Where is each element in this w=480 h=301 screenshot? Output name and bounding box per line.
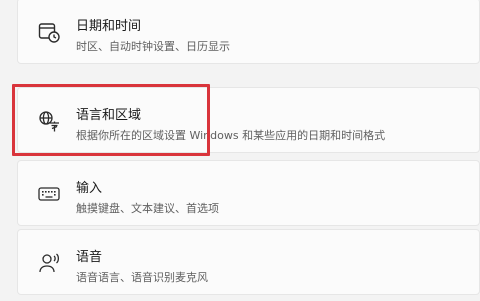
language-icon xyxy=(37,109,61,133)
settings-item-subtitle: 触摸键盘、文本建议、首选项 xyxy=(76,202,219,215)
settings-item-subtitle: 时区、自动时钟设置、日历显示 xyxy=(76,40,230,53)
settings-item-title: 输入 xyxy=(76,181,103,196)
calendar-clock-icon xyxy=(37,20,61,44)
settings-item-subtitle: 语音语言、语音识别麦克风 xyxy=(76,271,208,284)
speech-icon xyxy=(37,251,61,275)
settings-item-speech[interactable]: 语音 语音语言、语音识别麦克风 xyxy=(17,229,480,295)
settings-item-language-region[interactable]: 语言和区域 根据你所在的区域设置 Windows 和某些应用的日期和时间格式 xyxy=(17,87,480,153)
settings-item-date-time[interactable]: 日期和时间 时区、自动时钟设置、日历显示 xyxy=(17,0,480,64)
settings-item-title: 语言和区域 xyxy=(76,108,142,123)
settings-item-title: 语音 xyxy=(76,250,103,265)
settings-item-title: 日期和时间 xyxy=(76,19,142,34)
settings-item-input[interactable]: 输入 触摸键盘、文本建议、首选项 xyxy=(17,160,480,226)
keyboard-icon xyxy=(37,182,61,206)
settings-item-subtitle: 根据你所在的区域设置 Windows 和某些应用的日期和时间格式 xyxy=(76,129,386,142)
